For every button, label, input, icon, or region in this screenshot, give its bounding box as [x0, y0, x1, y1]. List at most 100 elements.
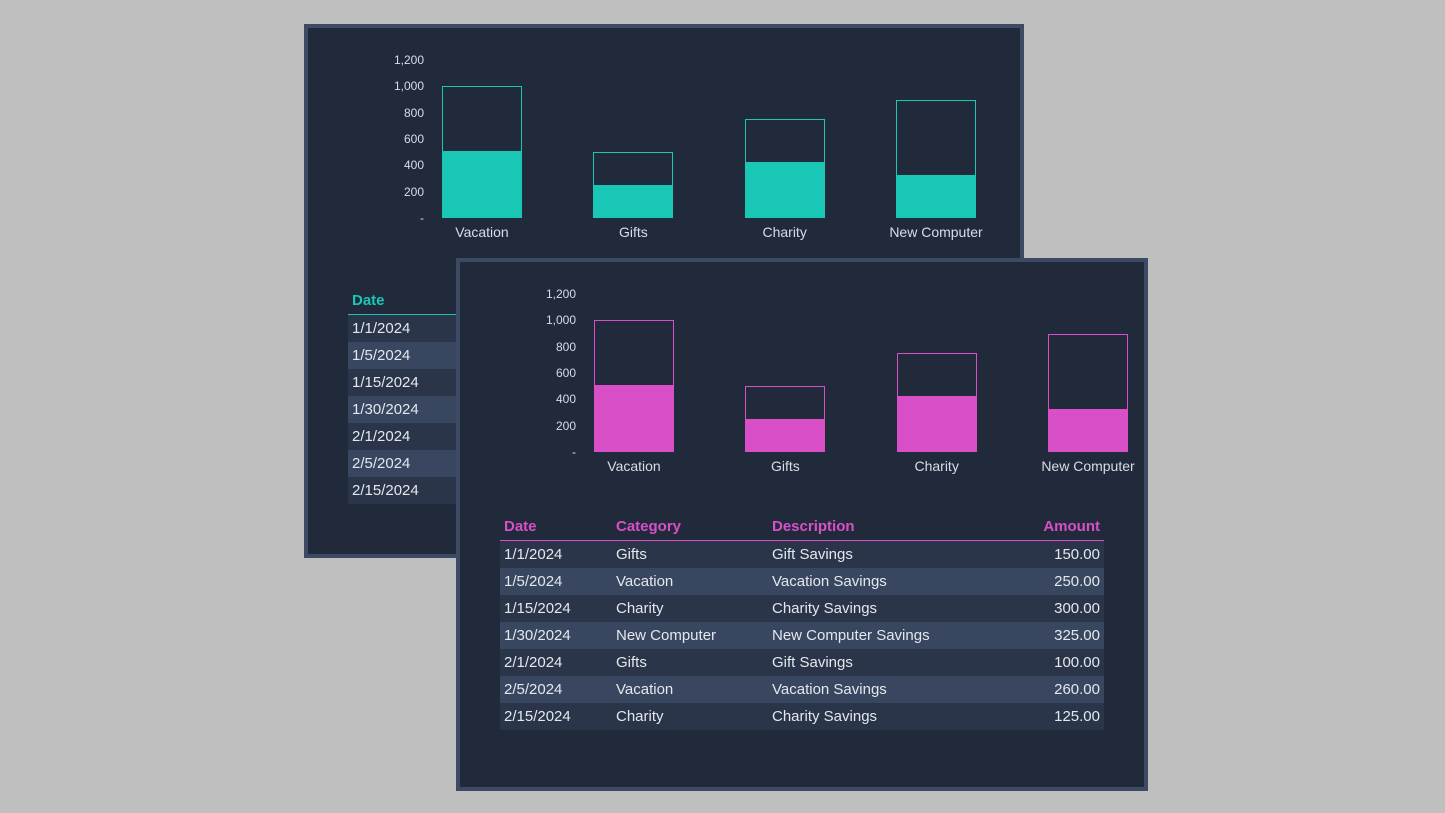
cell-date: 2/15/2024	[500, 708, 612, 725]
cell-description: Gift Savings	[768, 546, 1014, 563]
cell-category: Vacation	[612, 573, 768, 590]
cell-description: New Computer Savings	[768, 627, 1014, 644]
bar-saved	[442, 151, 522, 218]
cell-date: 1/1/2024	[500, 546, 612, 563]
y-tick: 800	[404, 106, 424, 120]
bar-saved	[897, 396, 977, 452]
cell-description: Vacation Savings	[768, 681, 1014, 698]
bar-saved	[745, 419, 825, 452]
x-label: New Computer	[866, 224, 1006, 240]
cell-amount: 125.00	[1014, 708, 1104, 725]
cell-date: 2/15/2024	[348, 482, 460, 499]
col-date: Date	[500, 518, 612, 535]
bar-vacation	[594, 294, 674, 452]
table-row: 2/5/2024VacationVacation Savings260.00	[500, 676, 1104, 703]
y-tick: 1,200	[546, 287, 576, 301]
y-tick: -	[572, 445, 576, 459]
cell-category: New Computer	[612, 627, 768, 644]
y-tick: 400	[556, 392, 576, 406]
y-tick: 1,200	[394, 53, 424, 67]
cell-date: 1/15/2024	[500, 600, 612, 617]
y-tick: -	[420, 211, 424, 225]
table-row: 2/15/2024	[348, 477, 460, 504]
table-row: 1/15/2024CharityCharity Savings300.00	[500, 595, 1104, 622]
y-tick: 200	[404, 185, 424, 199]
cell-description: Charity Savings	[768, 708, 1014, 725]
x-label: New Computer	[1018, 458, 1158, 474]
y-axis: 1,2001,000800600400200-	[500, 282, 580, 452]
table-row: 1/1/2024GiftsGift Savings150.00	[500, 541, 1104, 568]
bar-new-computer	[896, 60, 976, 218]
y-tick: 1,000	[546, 313, 576, 327]
bar-saved	[745, 162, 825, 218]
col-description: Description	[768, 518, 1014, 535]
bar-saved	[593, 185, 673, 218]
cell-date: 2/5/2024	[500, 681, 612, 698]
bar-new-computer	[1048, 294, 1128, 452]
bar-saved	[1048, 409, 1128, 452]
cell-date: 2/1/2024	[348, 428, 460, 445]
cell-amount: 260.00	[1014, 681, 1104, 698]
y-tick: 1,000	[394, 79, 424, 93]
col-amount: Amount	[1014, 518, 1104, 535]
table-row: 2/1/2024GiftsGift Savings100.00	[500, 649, 1104, 676]
cell-date: 2/1/2024	[500, 654, 612, 671]
bar-saved	[896, 175, 976, 218]
cell-date: 1/15/2024	[348, 374, 460, 391]
cell-description: Vacation Savings	[768, 573, 1014, 590]
x-label: Charity	[867, 458, 1007, 474]
bar-charity	[745, 60, 825, 218]
x-label: Vacation	[412, 224, 552, 240]
bar-charity	[897, 294, 977, 452]
cell-date: 1/5/2024	[348, 347, 460, 364]
table-row: 1/30/2024New ComputerNew Computer Saving…	[500, 622, 1104, 649]
savings-chart-teal: 1,2001,000800600400200- VacationGiftsCha…	[348, 48, 988, 278]
y-tick: 600	[404, 132, 424, 146]
cell-date: 1/30/2024	[500, 627, 612, 644]
y-tick: 600	[556, 366, 576, 380]
cell-amount: 100.00	[1014, 654, 1104, 671]
cell-amount: 150.00	[1014, 546, 1104, 563]
cell-date: 2/5/2024	[348, 455, 460, 472]
bar-gifts	[593, 60, 673, 218]
cell-category: Gifts	[612, 546, 768, 563]
table-row: 2/15/2024CharityCharity Savings125.00	[500, 703, 1104, 730]
transactions-table-pink: Date Category Description Amount 1/1/202…	[500, 512, 1104, 730]
cell-description: Charity Savings	[768, 600, 1014, 617]
bar-saved	[594, 385, 674, 452]
y-tick: 400	[404, 158, 424, 172]
cell-description: Gift Savings	[768, 654, 1014, 671]
table-row: 1/5/2024VacationVacation Savings250.00	[500, 568, 1104, 595]
y-tick: 800	[556, 340, 576, 354]
table-row: 1/1/2024	[348, 315, 460, 342]
cell-category: Charity	[612, 600, 768, 617]
cell-amount: 300.00	[1014, 600, 1104, 617]
plot-area	[584, 294, 1128, 452]
x-label: Vacation	[564, 458, 704, 474]
table-header: Date Category Description Amount	[500, 512, 1104, 541]
dashboard-panel-pink: 1,200 1,000 800 600 400 200 - Vacation Gifts Cha…	[456, 258, 1148, 791]
cell-date: 1/30/2024	[348, 401, 460, 418]
table-row: 1/30/2024	[348, 396, 460, 423]
table-row: 1/5/2024	[348, 342, 460, 369]
table-header: Date	[348, 286, 460, 315]
cell-amount: 325.00	[1014, 627, 1104, 644]
cell-category: Gifts	[612, 654, 768, 671]
savings-chart-pink: 1,200 1,000 800 600 400 200 - Vacation Gifts Cha…	[500, 282, 1140, 512]
bar-gifts	[745, 294, 825, 452]
cell-date: 1/5/2024	[500, 573, 612, 590]
col-category: Category	[612, 518, 768, 535]
cell-category: Vacation	[612, 681, 768, 698]
col-date: Date	[348, 292, 460, 309]
table-row: 2/1/2024	[348, 423, 460, 450]
table-row: 2/5/2024	[348, 450, 460, 477]
x-label: Gifts	[715, 458, 855, 474]
transactions-table-teal: Date 1/1/2024 1/5/2024 1/15/2024 1/30/2024 2…	[348, 286, 460, 504]
cell-amount: 250.00	[1014, 573, 1104, 590]
x-label: Gifts	[563, 224, 703, 240]
y-axis: 1,2001,000800600400200-	[348, 48, 428, 218]
cell-date: 1/1/2024	[348, 320, 460, 337]
y-tick: 200	[556, 419, 576, 433]
plot-area	[432, 60, 976, 218]
table-row: 1/15/2024	[348, 369, 460, 396]
